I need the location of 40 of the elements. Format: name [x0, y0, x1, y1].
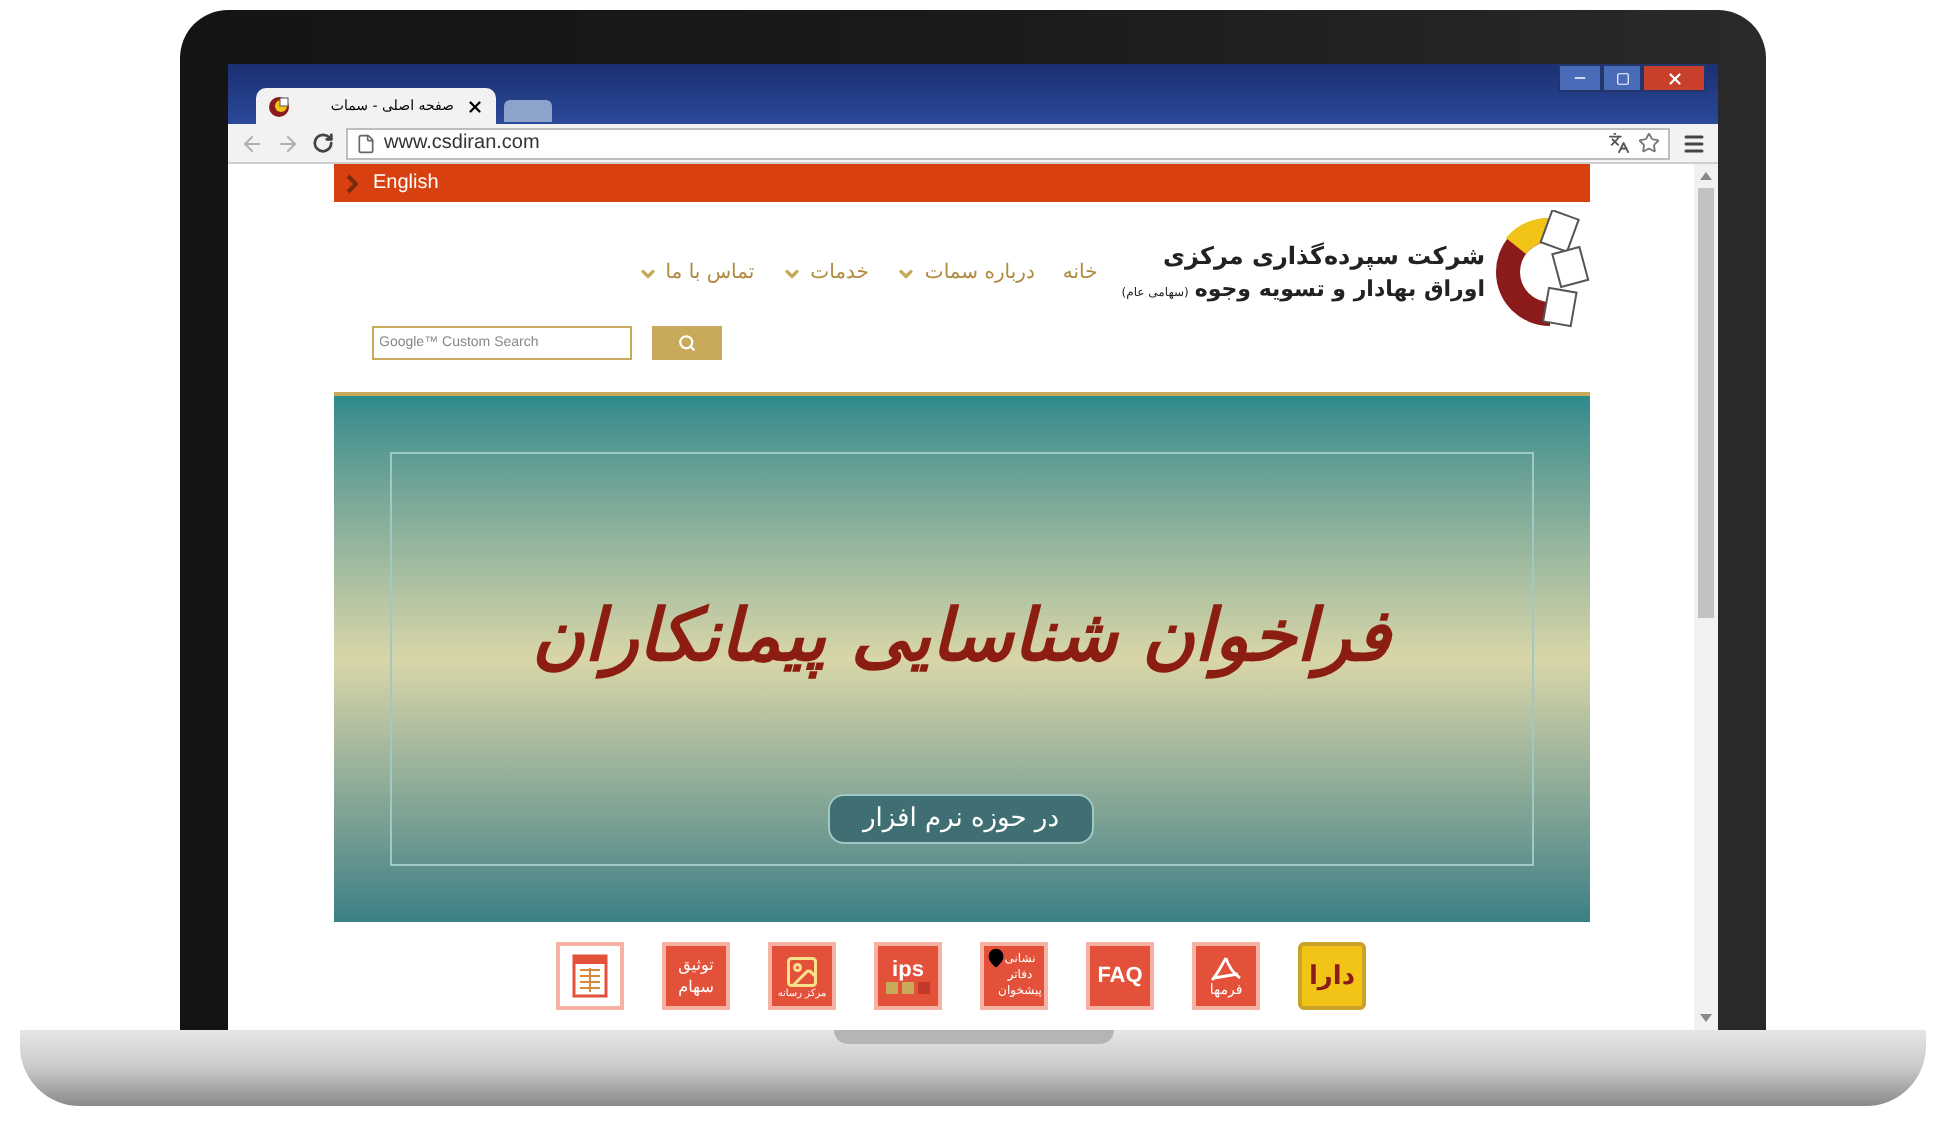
- spreadsheet-icon: [572, 954, 608, 998]
- share-pledge-tile[interactable]: توثیق سهام: [662, 942, 730, 1010]
- url-text: www.csdiran.com: [384, 130, 540, 158]
- map-pin-icon: [986, 948, 1006, 968]
- ips-tile[interactable]: ips: [874, 942, 942, 1010]
- chevron-right-icon: [345, 173, 357, 193]
- dara-tile[interactable]: دارا: [1298, 942, 1366, 1010]
- nav-link[interactable]: تماس با ما: [637, 258, 755, 288]
- nav-link[interactable]: خانه: [1062, 258, 1098, 288]
- pdf-icon: [1210, 955, 1242, 983]
- picture-icon: [784, 953, 820, 989]
- address-bar[interactable]: www.csdiran.com: [346, 127, 1670, 159]
- search-icon: [677, 334, 695, 352]
- search-button[interactable]: [651, 326, 721, 360]
- scrollbar[interactable]: [1694, 164, 1718, 1030]
- maximize-icon: [1615, 71, 1629, 85]
- nav-link[interactable]: درباره سمات: [896, 258, 1035, 288]
- tile-label: ips: [892, 959, 924, 981]
- reload-icon[interactable]: [312, 132, 334, 154]
- bookmark-star-icon[interactable]: [1638, 132, 1660, 154]
- company-subtitle: اوراق بهادار و تسویه وجوه: [1194, 274, 1485, 306]
- close-icon: [1665, 69, 1683, 87]
- close-icon[interactable]: [466, 97, 484, 115]
- menu-icon[interactable]: [1682, 131, 1706, 155]
- faq-tile[interactable]: FAQ: [1086, 942, 1154, 1010]
- spreadsheet-tile[interactable]: [556, 942, 624, 1010]
- translate-icon[interactable]: [1608, 132, 1630, 154]
- maximize-button[interactable]: [1602, 64, 1642, 92]
- english-link[interactable]: English: [373, 168, 439, 198]
- close-window-button[interactable]: [1642, 64, 1706, 92]
- banner-title: فراخوان شناسایی پیمانکاران: [531, 591, 1391, 683]
- company-name: شرکت سپرده‌گذاری مرکزی: [1163, 240, 1485, 274]
- tile-label: FAQ: [1097, 965, 1143, 987]
- banner-subtitle: در حوزه نرم افزار: [828, 793, 1094, 844]
- page-icon: [356, 133, 376, 153]
- dara-logo-text: دارا: [1308, 963, 1356, 989]
- site-favicon: [268, 95, 290, 117]
- nav-link[interactable]: خدمات: [782, 258, 869, 288]
- tile-label: توثیق سهام: [676, 954, 716, 998]
- squares-icon: [886, 981, 930, 993]
